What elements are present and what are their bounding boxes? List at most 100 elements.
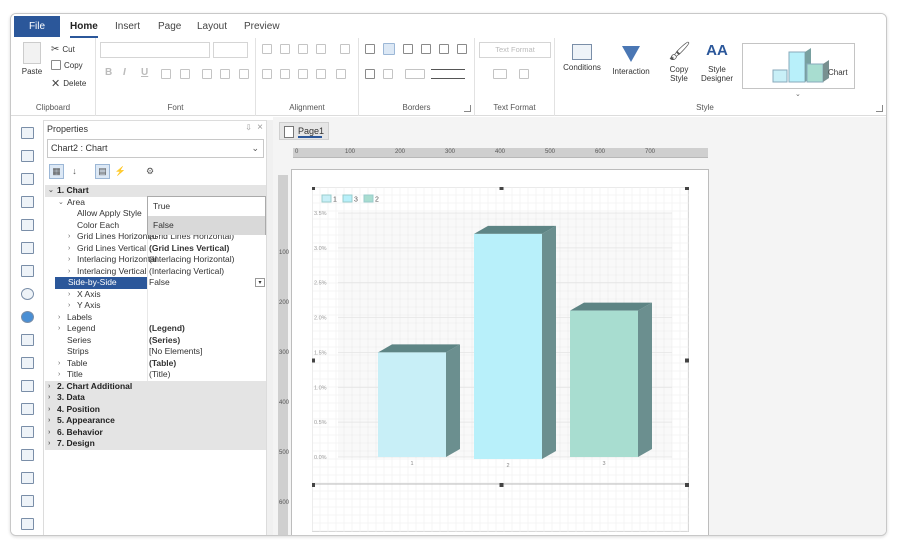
dropdown-option-true[interactable]: True — [148, 197, 265, 216]
object-selector[interactable]: Chart2 : Chart ⌄ — [47, 139, 264, 158]
shadow-icon[interactable] — [365, 69, 375, 79]
property-row[interactable]: Series (Series) — [45, 334, 266, 346]
tab-file[interactable]: File — [14, 16, 60, 37]
bold-button[interactable]: B — [105, 67, 112, 78]
right-border-icon[interactable] — [457, 44, 467, 54]
toolbox-page-header-icon[interactable] — [21, 426, 34, 438]
rotate-text-icon[interactable] — [316, 44, 326, 54]
expand-chevron-icon[interactable]: › — [48, 415, 50, 427]
dropdown-option-false[interactable]: False — [148, 216, 265, 235]
italic-button[interactable]: I — [123, 67, 126, 78]
shrink-font-icon[interactable] — [220, 69, 230, 79]
side-by-side-dropdown[interactable]: True False — [147, 196, 266, 235]
sort-alpha-icon[interactable]: ↓ — [67, 164, 82, 179]
property-category-row[interactable]: › 6. Behavior — [45, 426, 266, 439]
expand-chevron-icon[interactable]: › — [48, 427, 50, 439]
expand-chevron-icon[interactable]: › — [58, 358, 60, 370]
properties-view-icon[interactable]: ▤ — [95, 164, 110, 179]
property-category-row[interactable]: › 5. Appearance — [45, 415, 266, 427]
align-middle-icon[interactable] — [280, 44, 290, 54]
toolbox-shape-icon[interactable] — [21, 242, 34, 254]
toolbox-group-header-icon[interactable] — [21, 472, 34, 484]
expand-chevron-icon[interactable]: › — [68, 289, 70, 301]
fill-color-icon[interactable] — [383, 69, 393, 79]
toolbox-panel-icon[interactable] — [21, 334, 34, 346]
word-wrap-icon[interactable] — [340, 44, 350, 54]
toolbox-databand-icon[interactable] — [21, 357, 34, 369]
style-gallery-chart-item[interactable]: Chart — [742, 43, 855, 89]
expand-chevron-icon[interactable]: › — [68, 231, 70, 243]
property-category-row[interactable]: ⌄ 1. Chart — [45, 185, 266, 197]
collapse-chevron-icon[interactable]: ⌄ — [58, 197, 64, 209]
tab-preview[interactable]: Preview — [244, 17, 280, 36]
format-options-icon[interactable] — [519, 69, 529, 79]
chart-component[interactable]: 1 3 2 0.0% 0.5% 1.0% 1.5% 2.0% 2.5% 3.0% 3.5% 1 2 3 — [311, 186, 690, 533]
toolbox-subreport-icon[interactable] — [21, 518, 34, 530]
delete-button[interactable]: ✕ Delete — [51, 77, 86, 90]
property-row[interactable]: › X Axis — [45, 288, 266, 301]
property-value[interactable]: (Title) — [149, 369, 170, 381]
property-row[interactable]: › Interlacing Horizontal (Interlacing Hori… — [45, 254, 266, 266]
all-borders-icon[interactable] — [365, 44, 375, 54]
dropdown-arrow-icon[interactable]: ▾ — [255, 278, 265, 287]
tab-home[interactable]: Home — [70, 17, 98, 38]
style-designer-button[interactable]: AA Style Designer — [697, 40, 737, 83]
font-color-icon[interactable] — [180, 69, 190, 79]
categorized-icon[interactable]: ▦ — [49, 164, 64, 179]
property-category-row[interactable]: › 3. Data — [45, 392, 266, 404]
toolbox-rich-text-icon[interactable] — [21, 196, 34, 208]
font-name-input[interactable] — [100, 42, 210, 58]
align-top-icon[interactable] — [262, 44, 272, 54]
property-row[interactable]: › Y Axis — [45, 300, 266, 312]
tab-insert[interactable]: Insert — [115, 17, 140, 36]
property-row[interactable]: Side-by-Side False ▾ — [45, 277, 266, 289]
settings-gear-icon[interactable]: ⚙ — [139, 164, 161, 179]
borders-dialog-launcher-icon[interactable] — [464, 105, 471, 112]
underline-button[interactable]: U — [141, 67, 148, 78]
expand-chevron-icon[interactable]: › — [68, 254, 70, 266]
toolbox-gauge-icon[interactable] — [21, 288, 34, 300]
toolbox-page-footer-icon[interactable] — [21, 449, 34, 461]
toolbox-header-icon[interactable] — [21, 380, 34, 392]
tab-layout[interactable]: Layout — [197, 17, 227, 36]
align-center-icon[interactable] — [280, 69, 290, 79]
border-style-icon[interactable] — [431, 69, 465, 79]
property-row[interactable]: › Grid Lines Vertical (Grid Lines Vertical… — [45, 242, 266, 255]
conditions-button[interactable]: Conditions — [559, 40, 605, 72]
expand-chevron-icon[interactable]: › — [58, 312, 60, 324]
property-row[interactable]: › Table (Table) — [45, 357, 266, 370]
property-category-row[interactable]: › 2. Chart Additional — [45, 380, 266, 393]
property-value[interactable]: (Table) — [149, 358, 176, 370]
expand-chevron-icon[interactable]: › — [58, 323, 60, 335]
property-row[interactable]: Strips [No Elements] — [45, 346, 266, 358]
paste-button[interactable]: Paste — [17, 42, 47, 76]
cut-button[interactable]: ✂ Cut — [51, 44, 75, 55]
font-size-input[interactable] — [213, 42, 248, 58]
toolbox-table-icon[interactable] — [21, 150, 34, 162]
property-category-row[interactable]: › 4. Position — [45, 403, 266, 415]
expand-chevron-icon[interactable]: › — [68, 243, 70, 255]
page-tab[interactable]: Page1 — [279, 122, 329, 140]
toolbox-barcode-icon[interactable] — [21, 219, 34, 231]
toolbox-chart-icon[interactable] — [21, 265, 34, 277]
align-right-icon[interactable] — [298, 69, 308, 79]
events-icon[interactable]: ⚡ — [113, 164, 128, 179]
toolbox-text-icon[interactable] — [21, 127, 34, 139]
property-value[interactable]: (Interlacing Vertical) — [149, 266, 224, 278]
border-color-icon[interactable] — [405, 69, 425, 79]
property-value[interactable]: (Grid Lines Vertical) — [149, 243, 229, 255]
justify-icon[interactable] — [316, 69, 326, 79]
property-category-row[interactable]: › 7. Design — [45, 438, 266, 450]
expand-chevron-icon[interactable]: › — [68, 300, 70, 312]
toolbox-image-icon[interactable] — [21, 173, 34, 185]
property-row[interactable]: › Title (Title) — [45, 369, 266, 381]
top-border-icon[interactable] — [403, 44, 413, 54]
expand-chevron-icon[interactable]: › — [48, 381, 50, 393]
gallery-expand-chevron-icon[interactable]: ⌄ — [795, 90, 801, 98]
copy-style-button[interactable]: 🖌 Copy Style — [659, 40, 699, 83]
property-row[interactable]: › Labels — [45, 311, 266, 324]
property-value[interactable]: (Legend) — [149, 323, 185, 335]
no-border-icon[interactable] — [383, 43, 395, 55]
grow-font-icon[interactable] — [202, 69, 212, 79]
toolbox-group-footer-icon[interactable] — [21, 495, 34, 507]
